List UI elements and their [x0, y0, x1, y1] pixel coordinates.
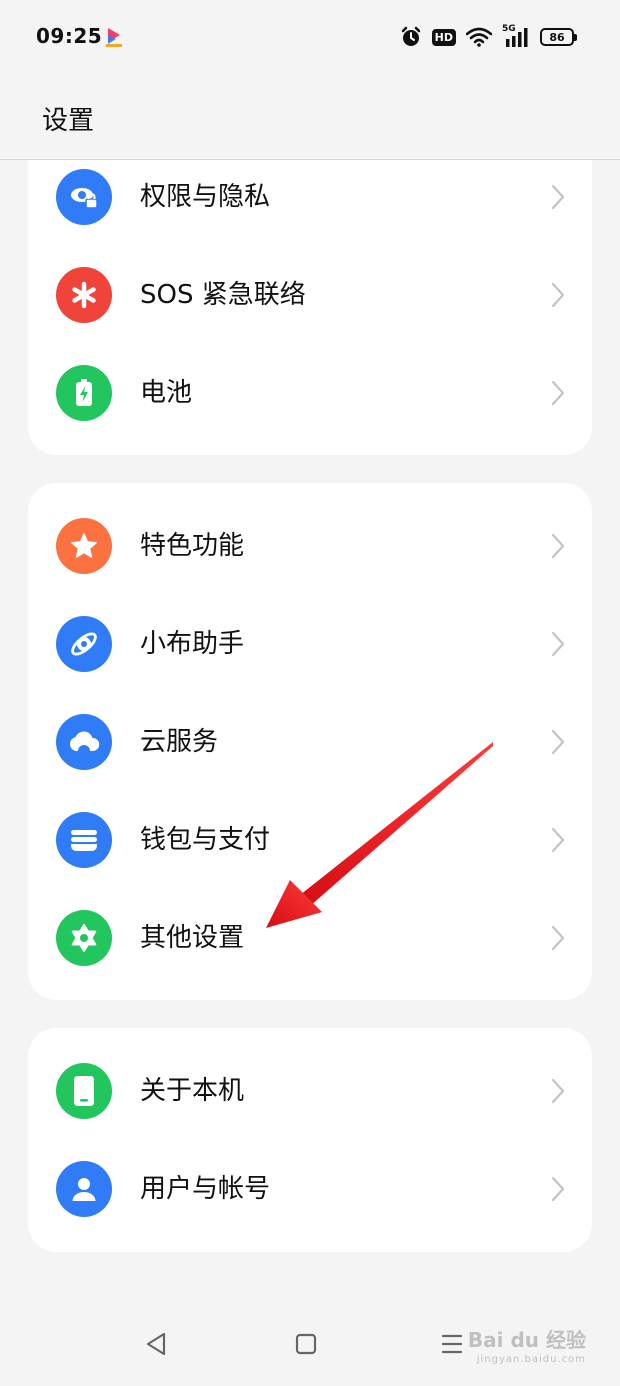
- chevron-right-icon: [551, 1078, 565, 1104]
- chevron-right-icon: [551, 184, 565, 210]
- settings-item-cloud[interactable]: 云服务: [28, 693, 592, 791]
- wifi-icon: [466, 27, 492, 47]
- home-button[interactable]: [294, 1330, 318, 1358]
- settings-item-label: 用户与帐号: [140, 1174, 271, 1204]
- chevron-right-icon: [551, 925, 565, 951]
- settings-group-3: 关于本机 用户与帐号: [28, 1028, 592, 1252]
- chevron-right-icon: [551, 533, 565, 559]
- wallet-icon: [56, 812, 112, 868]
- recents-button[interactable]: [440, 1330, 464, 1358]
- settings-item-battery[interactable]: 电池: [28, 344, 592, 442]
- settings-item-label: SOS 紧急联络: [140, 280, 306, 310]
- settings-item-wallet[interactable]: 钱包与支付: [28, 791, 592, 889]
- watermark-brand: Bai du 经验: [467, 1328, 586, 1352]
- cellular-signal: 5G: [502, 24, 530, 48]
- settings-item-label: 其他设置: [140, 923, 245, 953]
- settings-group-2: 特色功能 小布助手 云服务 钱包与支付 其他设置: [28, 483, 592, 1000]
- settings-item-label: 钱包与支付: [140, 825, 271, 855]
- phone-icon: [56, 1063, 112, 1119]
- settings-item-accounts[interactable]: 用户与帐号: [28, 1140, 592, 1238]
- settings-item-label: 电池: [140, 378, 193, 408]
- status-bar: 09:25 HD 5G 86: [0, 0, 620, 76]
- gear-icon: [56, 910, 112, 966]
- status-time: 09:25: [36, 24, 103, 48]
- star-icon: [56, 518, 112, 574]
- settings-item-assistant[interactable]: 小布助手: [28, 595, 592, 693]
- page-title: 设置: [42, 106, 95, 136]
- header: 设置: [0, 76, 620, 160]
- settings-item-other[interactable]: 其他设置: [28, 889, 592, 987]
- settings-item-privacy[interactable]: 权限与隐私: [28, 160, 592, 246]
- sos-icon: [56, 267, 112, 323]
- settings-item-features[interactable]: 特色功能: [28, 497, 592, 595]
- chevron-right-icon: [551, 827, 565, 853]
- chevron-right-icon: [551, 380, 565, 406]
- chevron-right-icon: [551, 1176, 565, 1202]
- settings-group-1: 权限与隐私 SOS 紧急联络 电池: [28, 160, 592, 455]
- video-app-icon: [106, 28, 122, 47]
- chevron-right-icon: [551, 282, 565, 308]
- settings-item-label: 关于本机: [140, 1076, 245, 1106]
- status-icons: HD 5G 86: [400, 24, 577, 50]
- battery-icon: [56, 365, 112, 421]
- cloud-icon: [56, 714, 112, 770]
- alarm-icon: [401, 26, 420, 46]
- privacy-icon: [56, 169, 112, 225]
- signal-icon: [506, 28, 528, 47]
- chevron-right-icon: [551, 729, 565, 755]
- settings-item-label: 云服务: [140, 727, 219, 757]
- back-button[interactable]: [144, 1330, 168, 1358]
- settings-item-about[interactable]: 关于本机: [28, 1042, 592, 1140]
- assistant-icon: [56, 616, 112, 672]
- battery-indicator: 86: [540, 28, 577, 46]
- user-icon: [56, 1161, 112, 1217]
- settings-item-label: 小布助手: [140, 629, 245, 659]
- settings-item-sos[interactable]: SOS 紧急联络: [28, 246, 592, 344]
- settings-item-label: 权限与隐私: [140, 182, 271, 212]
- chevron-right-icon: [551, 631, 565, 657]
- watermark: Bai du 经验 jingyan.baidu.com: [468, 1330, 586, 1370]
- settings-item-label: 特色功能: [140, 531, 245, 561]
- watermark-url: jingyan.baidu.com: [476, 1354, 586, 1365]
- hd-badge: HD: [431, 28, 456, 46]
- battery-level: 86: [549, 30, 565, 44]
